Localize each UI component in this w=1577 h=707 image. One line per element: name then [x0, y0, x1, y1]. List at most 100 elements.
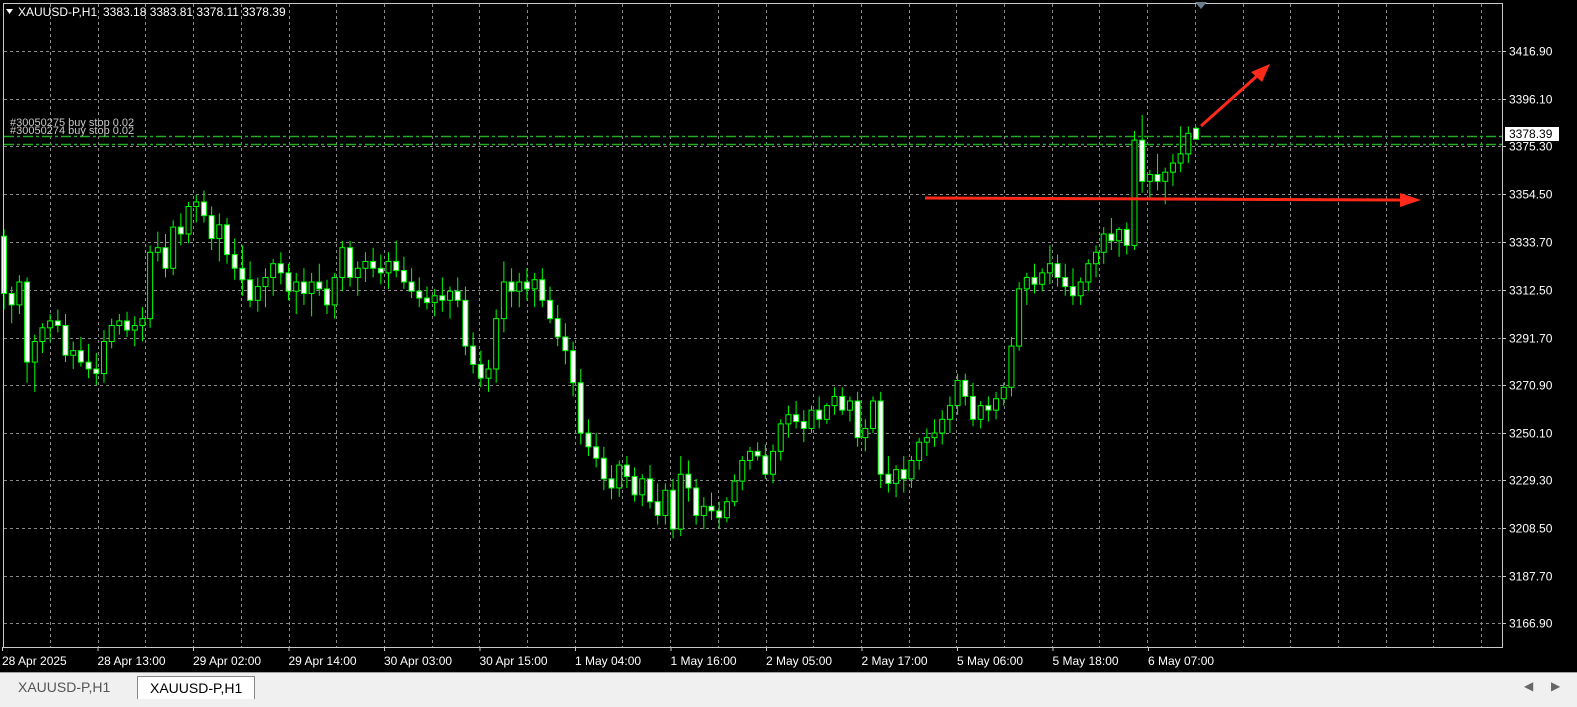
- candle-body-up: [293, 281, 300, 292]
- candle-body-down: [623, 464, 630, 478]
- candle-body-up: [1169, 162, 1176, 173]
- candle-body-up: [31, 341, 38, 363]
- candle-body-down: [577, 382, 584, 434]
- candle-body-down: [454, 290, 461, 301]
- candle-body-up: [939, 418, 946, 434]
- candle-body-up: [116, 320, 123, 327]
- candle-body-down: [716, 510, 723, 519]
- candle-body-up: [731, 480, 738, 503]
- candle-body-down: [754, 450, 761, 457]
- x-tick-label: 1 May 04:00: [575, 654, 641, 668]
- candle-body-down: [416, 290, 423, 299]
- candle-body-up: [70, 350, 77, 356]
- price-chart[interactable]: 3416.90 3396.10 3375.30 3354.50 3333.70 3312.…: [0, 0, 1577, 672]
- x-tick-label: 29 Apr 02:00: [193, 654, 261, 668]
- candle-body-up: [354, 267, 361, 278]
- candle: [877, 391, 884, 488]
- candle-body-up: [700, 505, 707, 516]
- candle-body-down: [1062, 276, 1069, 288]
- candle-body-up: [147, 251, 154, 320]
- candle-body-up: [1008, 345, 1015, 388]
- candle-body-up: [893, 469, 900, 484]
- candle-body-up: [493, 318, 500, 370]
- candle-body-down: [54, 320, 61, 327]
- candle-body-down: [231, 254, 238, 269]
- candle-body-up: [946, 405, 953, 420]
- candle: [170, 220, 177, 276]
- candle-body-down: [162, 247, 169, 269]
- candle-body-down: [93, 368, 100, 375]
- candle-body-up: [431, 295, 438, 304]
- candle-body-down: [554, 318, 561, 338]
- candle-body-down: [462, 299, 469, 347]
- candle-body-down: [631, 476, 638, 496]
- x-tick-label: 28 Apr 2025: [2, 654, 67, 668]
- candle-body-down: [1108, 233, 1115, 242]
- y-tick-label: 3208.50: [1509, 522, 1553, 536]
- candle-body-down: [1054, 263, 1061, 278]
- candle-body-up: [977, 405, 984, 420]
- scroll-right-icon[interactable]: ▶: [1551, 679, 1560, 693]
- x-tick-label: 2 May 05:00: [766, 654, 832, 668]
- chart-tab-bar: XAUUSD-P,H1 XAUUSD-P,H1 ◀ ▶: [0, 672, 1577, 707]
- candle-body-down: [816, 409, 823, 420]
- candle-body-down: [1123, 228, 1130, 246]
- y-tick-label: 3187.70: [1509, 570, 1553, 584]
- scroll-left-icon[interactable]: ◀: [1524, 679, 1533, 693]
- x-tick-label: 28 Apr 13:00: [98, 654, 166, 668]
- candle-body-up: [1085, 263, 1092, 283]
- candle-body-up: [1116, 228, 1123, 242]
- candle-body-down: [470, 345, 477, 365]
- x-tick-label: 5 May 18:00: [1053, 654, 1119, 668]
- candle-body-up: [916, 441, 923, 462]
- candle-body-up: [739, 460, 746, 482]
- y-tick-label: 3250.10: [1509, 427, 1553, 441]
- candle-body-up: [170, 226, 177, 269]
- y-tick-label: 3333.70: [1509, 236, 1553, 250]
- candle-body-up: [254, 286, 261, 301]
- candle-body-up: [639, 478, 646, 496]
- candle-body-up: [908, 460, 915, 480]
- candle-body-up: [100, 341, 107, 375]
- candle-body-down: [585, 432, 592, 448]
- y-tick-label: 3416.90: [1509, 45, 1553, 59]
- candle: [870, 396, 877, 434]
- x-tick-label: 30 Apr 15:00: [480, 654, 548, 668]
- candle-body-up: [1177, 153, 1184, 164]
- candle-body-down: [985, 405, 992, 411]
- candle-body-up: [923, 437, 930, 443]
- candle-body-down: [224, 224, 231, 256]
- candle-body-down: [1154, 173, 1161, 182]
- candle-body-down: [1069, 286, 1076, 297]
- candle-body-up: [1185, 132, 1192, 155]
- candle-body-up: [770, 450, 777, 475]
- candle-body-up: [862, 427, 869, 439]
- candle-body-up: [1146, 173, 1153, 182]
- x-tick-label: 29 Apr 14:00: [289, 654, 357, 668]
- candle-body-up: [39, 327, 46, 343]
- candle-body-down: [708, 505, 715, 512]
- candle-body-down: [800, 421, 807, 429]
- chart-tab-1[interactable]: XAUUSD-P,H1: [6, 676, 122, 698]
- candle-body-up: [931, 432, 938, 439]
- candle-body-down: [1193, 127, 1199, 140]
- candle-body-up: [485, 368, 492, 379]
- candle-body-down: [654, 501, 661, 516]
- candle-body-down: [646, 478, 653, 503]
- candle-body-up: [846, 400, 853, 411]
- y-tick-label: 3354.50: [1509, 188, 1553, 202]
- candle-body-down: [62, 325, 69, 356]
- ohlc-readout: 3383.18 3383.81 3378.11 3378.39: [103, 5, 286, 19]
- candle-body-down: [239, 267, 246, 281]
- candle-body-down: [8, 292, 15, 306]
- candle-body-up: [1039, 272, 1046, 285]
- candle-body-up: [270, 263, 277, 278]
- candle-body-up: [993, 398, 1000, 411]
- candle-body-up: [823, 405, 830, 420]
- chart-tab-2-active[interactable]: XAUUSD-P,H1: [137, 676, 256, 699]
- candle-body-up: [1093, 251, 1100, 265]
- candle-body-down: [370, 260, 377, 269]
- candle-body-down: [900, 469, 907, 480]
- candle-body-up: [1046, 263, 1053, 274]
- candle-body-up: [662, 489, 669, 516]
